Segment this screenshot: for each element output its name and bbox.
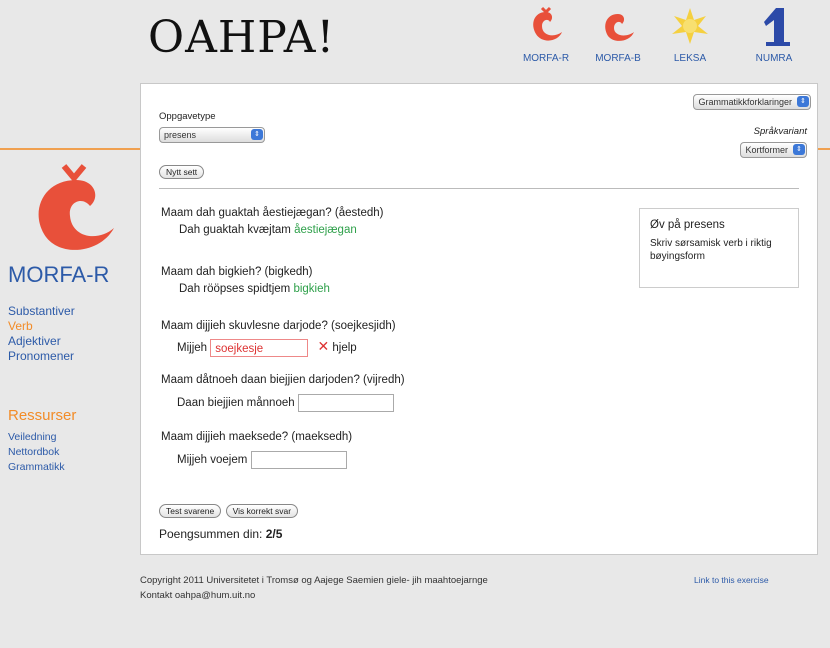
site-logo[interactable]: OAHPA! (148, 12, 335, 63)
sidebar-link-nettordbok[interactable]: Nettordbok (8, 446, 59, 458)
number-one-icon (764, 8, 790, 46)
footer-contact[interactable]: Kontakt oahpa@hum.uit.no (140, 590, 255, 601)
select-value: Kortformer (745, 145, 788, 155)
info-box-text: Skriv sørsamisk verb i riktig bøyingsfor… (650, 238, 772, 262)
info-box: Øv på presens Skriv sørsamisk verb i rik… (639, 208, 799, 288)
language-variant-label: Språkvariant (753, 126, 807, 137)
correct-answer: åestiejægan (294, 224, 357, 236)
exercise-panel: Grammatikkforklaringer ⇕ Oppgavetype pre… (140, 83, 818, 555)
info-box-title: Øv på presens (650, 219, 725, 231)
sidebar-link-adjektiver[interactable]: Adjektiver (8, 334, 61, 348)
sidebar-link-verb[interactable]: Verb (8, 319, 33, 333)
question-4: Maam dåtnoeh daan biejjien darjoden? (vi… (161, 374, 405, 386)
answer-input-3[interactable]: soejkesje (210, 338, 309, 357)
help-link[interactable]: hjelp (332, 342, 356, 354)
question-2: Maam dah bigkieh? (bigkedh) (161, 266, 313, 278)
sidebar-link-veiledning[interactable]: Veiledning (8, 431, 56, 443)
resources-title: Ressurser (8, 407, 77, 424)
sidebar-link-pronomener[interactable]: Pronomener (8, 349, 74, 363)
new-set-button[interactable]: Nytt sett (159, 165, 205, 179)
select-value: Grammatikkforklaringer (698, 97, 792, 107)
language-variant-select[interactable]: Kortformer ⇕ (740, 142, 807, 158)
sidebar-title: MORFA-R (8, 262, 110, 287)
sidebar-link-substantiver[interactable]: Substantiver (8, 304, 75, 318)
answer-input-4[interactable] (297, 394, 394, 412)
answer-prefix: Dah rööpses spidtjem (179, 283, 291, 295)
divider (159, 188, 799, 189)
footer-copyright: Copyright 2011 Universitetet i Tromsø og… (140, 575, 488, 586)
answer-4: Daan biejjien månnoeh (177, 394, 394, 412)
select-arrow-icon: ⇕ (251, 129, 263, 140)
topnav-morfa-r[interactable]: MORFA-R (514, 6, 578, 64)
task-type-label: Oppgavetype (159, 111, 216, 122)
task-type-select[interactable]: presens ⇕ (159, 127, 265, 143)
answer-prefix: Mijjeh (177, 342, 208, 354)
topnav-label: MORFA-B (595, 53, 641, 64)
answer-prefix: Mijjeh voejem (177, 454, 248, 467)
answer-prefix: Daan biejjien månnoeh (177, 397, 295, 410)
grammar-explanations-select[interactable]: Grammatikkforklaringer ⇕ (693, 94, 811, 110)
link-to-exercise[interactable]: Link to this exercise (694, 575, 769, 585)
score: Poengsummen din: 2/5 (159, 527, 282, 541)
morfa-r-logo-icon (38, 164, 114, 250)
sun-icon (672, 8, 708, 44)
question-5: Maam dijjieh maeksede? (maeksedh) (161, 431, 353, 443)
topnav-label: LEKSA (673, 53, 707, 64)
score-label: Poengsummen din: (159, 527, 263, 541)
topnav-morfa-b[interactable]: MORFA-B (586, 6, 650, 64)
topnav-leksa[interactable]: LEKSA (658, 6, 722, 64)
topnav-label: NUMRA (755, 53, 793, 64)
score-value: 2/5 (265, 527, 283, 541)
answer-input-5[interactable] (250, 451, 347, 469)
correct-answer: bigkieh (293, 283, 330, 295)
select-value: presens (164, 130, 197, 140)
show-correct-answer-button[interactable]: Vis korrekt svar (225, 504, 299, 518)
select-arrow-icon: ⇕ (797, 96, 809, 107)
select-arrow-icon: ⇕ (793, 144, 805, 155)
answer-1: Dah guaktah kvæjtam åestiejægan (179, 224, 357, 236)
topnav-numra[interactable]: NUMRA (742, 6, 806, 64)
answer-2: Dah rööpses spidtjem bigkieh (179, 283, 330, 295)
topnav-label: MORFA-R (522, 53, 570, 64)
morfa-b-icon (605, 14, 634, 41)
sidebar-link-grammatikk[interactable]: Grammatikk (8, 461, 65, 473)
question-3: Maam dijjieh skuvlesne darjode? (soejkes… (161, 320, 396, 332)
answer-3: Mijjeh soejkesje ✕ hjelp (177, 338, 357, 357)
morfa-r-icon (533, 6, 562, 41)
wrong-x-icon: ✕ (317, 338, 330, 354)
test-answers-button[interactable]: Test svarene (159, 504, 222, 518)
answer-prefix: Dah guaktah kvæjtam (179, 224, 291, 236)
answer-5: Mijjeh voejem (177, 451, 347, 469)
question-1: Maam dah guaktah åestiejægan? (åestedh) (161, 207, 384, 219)
